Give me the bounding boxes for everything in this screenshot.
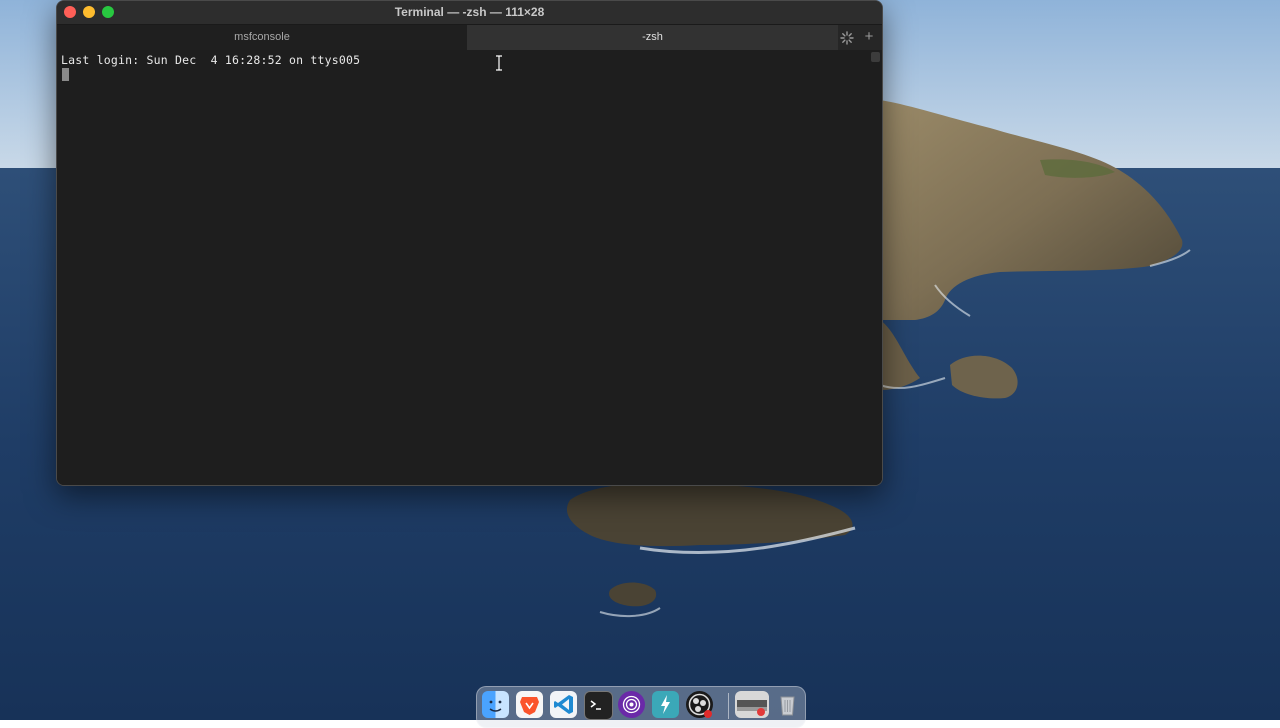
terminal-icon[interactable]	[584, 691, 613, 720]
vscode-icon[interactable]	[550, 691, 577, 718]
brave-browser-icon[interactable]	[516, 691, 543, 718]
dock-separator	[728, 693, 729, 719]
finder-icon[interactable]	[482, 691, 509, 718]
tab-msfconsole[interactable]: msfconsole	[57, 25, 467, 50]
window-title: Terminal — -zsh — 111×28	[394, 5, 545, 19]
dock	[476, 686, 806, 728]
terminal-line: Last login: Sun Dec 4 16:28:52 on ttys00…	[61, 53, 361, 67]
obs-icon[interactable]	[686, 691, 713, 718]
terminal-content[interactable]: Last login: Sun Dec 4 16:28:52 on ttys00…	[57, 50, 882, 485]
trash-icon[interactable]	[774, 691, 801, 718]
text-cursor	[62, 68, 69, 81]
title-bar[interactable]: Terminal — -zsh — 111×28	[57, 1, 882, 24]
electron-app-icon[interactable]	[652, 691, 679, 718]
scrollbar[interactable]	[871, 52, 880, 62]
screenshot-thumbnail-icon[interactable]	[735, 691, 769, 718]
terminal-window[interactable]: Terminal — -zsh — 111×28 msfconsole -zsh…	[56, 0, 883, 486]
new-tab-button[interactable]: +	[862, 28, 876, 45]
tab-zsh[interactable]: -zsh	[467, 25, 838, 50]
tab-bar: msfconsole -zsh +	[57, 24, 882, 51]
tor-browser-icon[interactable]	[618, 691, 645, 718]
ibeam-pointer-icon	[496, 55, 502, 71]
activity-spinner-icon	[840, 31, 854, 45]
